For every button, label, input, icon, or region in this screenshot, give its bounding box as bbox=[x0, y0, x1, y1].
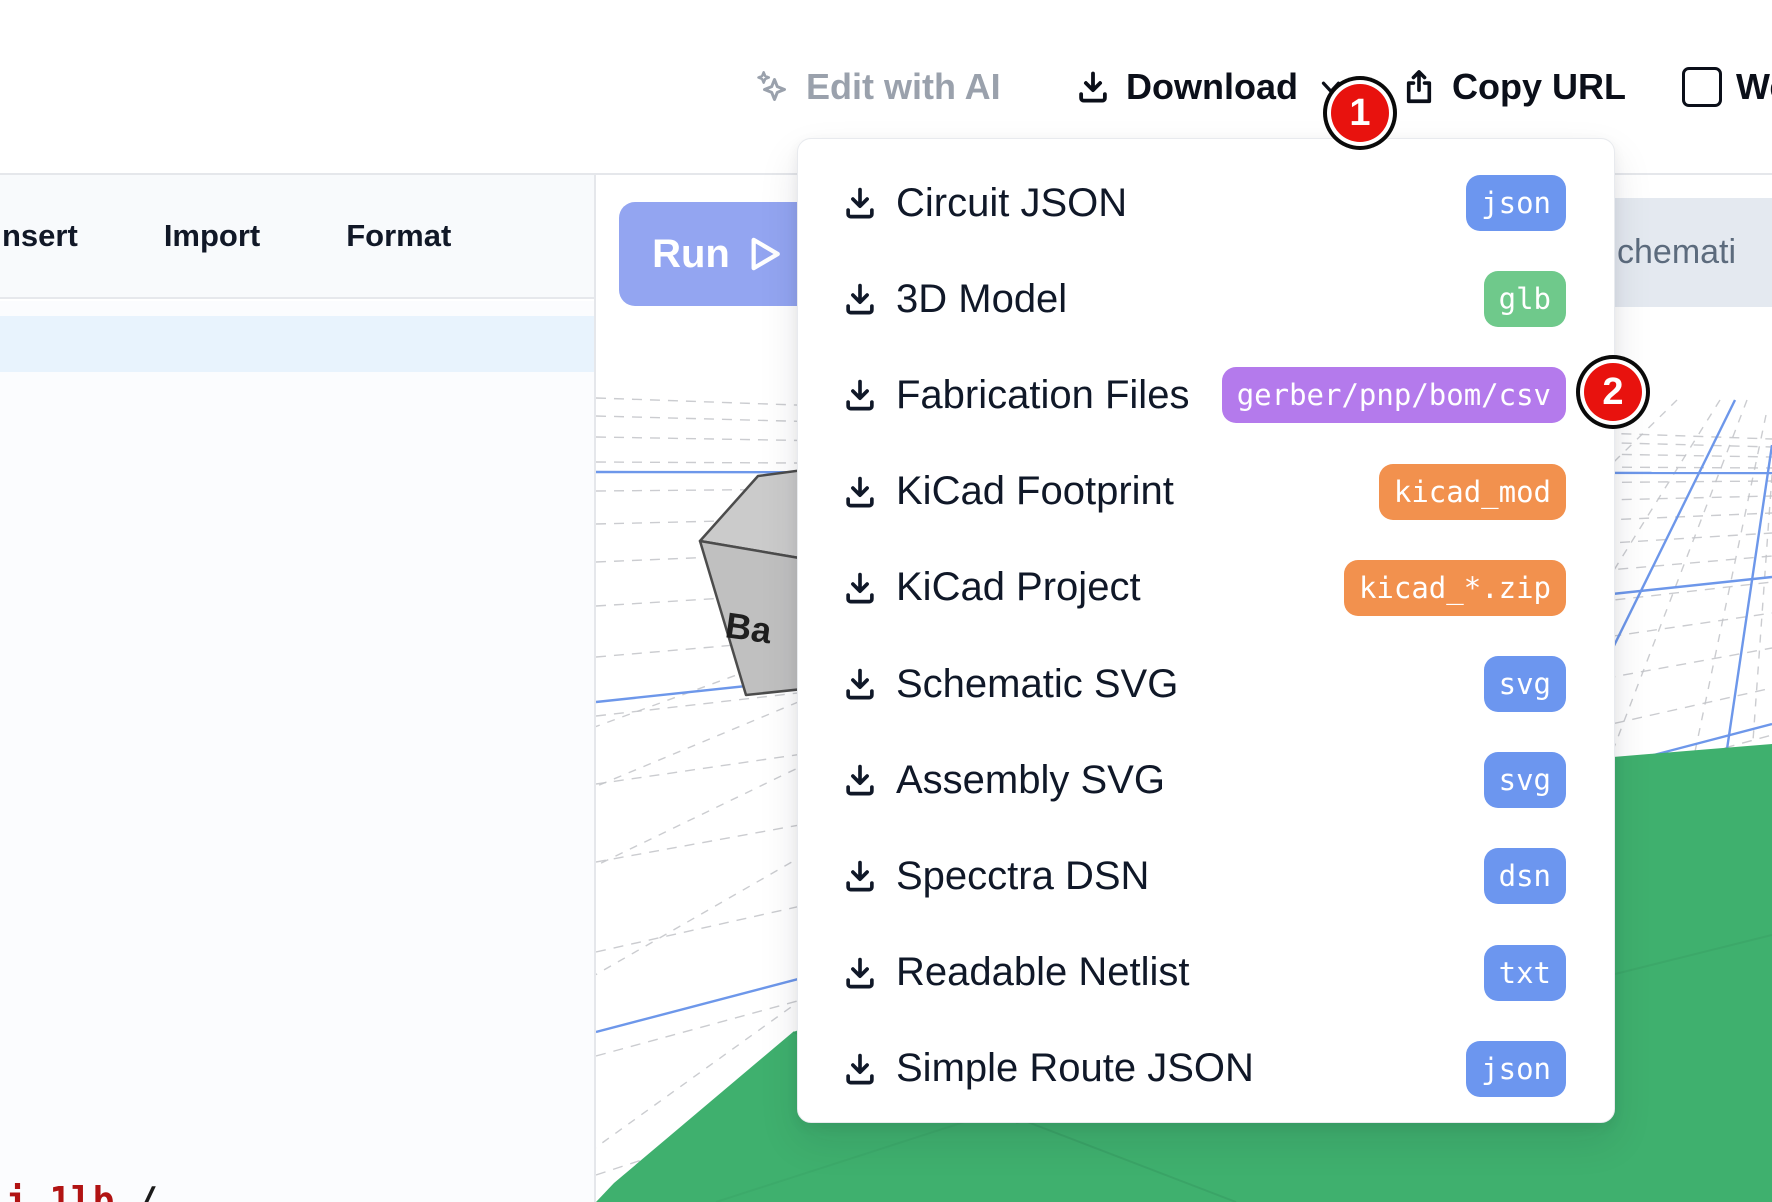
download-icon bbox=[841, 857, 879, 895]
download-item-label: Assembly SVG bbox=[896, 758, 1165, 803]
file-type-badge: svg bbox=[1484, 656, 1566, 712]
download-item-label: Schematic SVG bbox=[896, 662, 1178, 707]
download-menu-item[interactable]: Assembly SVG svg bbox=[798, 732, 1614, 828]
download-item-label: Specctra DSN bbox=[896, 854, 1149, 899]
play-icon bbox=[748, 235, 782, 273]
editor-error-text: i 1lb bbox=[6, 1180, 114, 1202]
webview-toggle[interactable]: We bbox=[1682, 0, 1772, 173]
download-icon bbox=[841, 376, 879, 414]
share-icon bbox=[1400, 67, 1438, 107]
editor-menubar: nsert Import Format bbox=[0, 175, 594, 299]
step-badge-2-number: 2 bbox=[1602, 371, 1623, 414]
download-icon bbox=[841, 280, 879, 318]
download-icon bbox=[841, 1050, 879, 1088]
file-type-badge: dsn bbox=[1484, 848, 1566, 904]
download-menu-item[interactable]: Schematic SVG svg bbox=[798, 636, 1614, 732]
webview-checkbox[interactable] bbox=[1682, 67, 1722, 107]
download-label: Download bbox=[1126, 66, 1298, 108]
menu-import[interactable]: Import bbox=[164, 218, 260, 254]
file-type-badge: kicad_mod bbox=[1379, 464, 1566, 520]
editor-highlighted-line bbox=[0, 316, 594, 372]
download-icon bbox=[841, 761, 879, 799]
download-icon bbox=[841, 569, 879, 607]
tab-schematic-label: chemati bbox=[1617, 233, 1736, 272]
file-type-badge: json bbox=[1466, 175, 1566, 231]
download-menu-item[interactable]: KiCad Project kicad_*.zip bbox=[798, 540, 1614, 636]
download-menu-item[interactable]: 3D Model glb bbox=[798, 251, 1614, 347]
download-menu-items: Circuit JSON json 3D Model glb Fabricati… bbox=[798, 155, 1614, 1117]
download-menu-item[interactable]: Simple Route JSON json bbox=[798, 1021, 1614, 1117]
download-icon bbox=[841, 954, 879, 992]
download-item-label: 3D Model bbox=[896, 277, 1067, 322]
menu-insert[interactable]: nsert bbox=[2, 218, 78, 254]
file-type-badge: kicad_*.zip bbox=[1344, 560, 1566, 616]
run-button-label: Run bbox=[652, 232, 730, 277]
run-button[interactable]: Run bbox=[619, 202, 815, 306]
sparkle-icon bbox=[752, 67, 792, 107]
file-type-badge: glb bbox=[1484, 271, 1566, 327]
step-badge-1: 1 bbox=[1331, 84, 1389, 142]
download-item-label: Readable Netlist bbox=[896, 950, 1190, 995]
editor-error-fragment: i 1lb / bbox=[6, 1180, 158, 1202]
download-icon bbox=[841, 473, 879, 511]
download-item-label: KiCad Footprint bbox=[896, 469, 1174, 514]
file-type-badge: gerber/pnp/bom/csv bbox=[1222, 367, 1566, 423]
file-type-badge: svg bbox=[1484, 752, 1566, 808]
edit-with-ai-label: Edit with AI bbox=[806, 66, 1001, 108]
box-front-label: Ba bbox=[723, 604, 775, 651]
download-menu-item[interactable]: Specctra DSN dsn bbox=[798, 828, 1614, 924]
step-badge-2: 2 bbox=[1584, 363, 1642, 421]
download-dropdown-menu: Circuit JSON json 3D Model glb Fabricati… bbox=[797, 138, 1615, 1123]
download-item-label: Simple Route JSON bbox=[896, 1046, 1254, 1091]
editor-error-slash: / bbox=[136, 1180, 158, 1202]
download-item-label: Fabrication Files bbox=[896, 373, 1189, 418]
download-item-label: KiCad Project bbox=[896, 565, 1141, 610]
download-menu-item[interactable]: Circuit JSON json bbox=[798, 155, 1614, 251]
download-item-label: Circuit JSON bbox=[896, 181, 1127, 226]
download-icon bbox=[841, 665, 879, 703]
download-menu-item[interactable]: Fabrication Files gerber/pnp/bom/csv bbox=[798, 347, 1614, 443]
menu-format[interactable]: Format bbox=[346, 218, 451, 254]
panel-divider bbox=[594, 175, 596, 1202]
file-type-badge: txt bbox=[1484, 945, 1566, 1001]
download-menu-item[interactable]: Readable Netlist txt bbox=[798, 925, 1614, 1021]
tab-schematic[interactable]: chemati bbox=[1615, 198, 1772, 307]
file-type-badge: json bbox=[1466, 1041, 1566, 1097]
step-badge-1-number: 1 bbox=[1349, 92, 1370, 135]
download-icon bbox=[841, 184, 879, 222]
download-menu-item[interactable]: KiCad Footprint kicad_mod bbox=[798, 444, 1614, 540]
copy-url-label: Copy URL bbox=[1452, 66, 1626, 108]
code-editor[interactable]: i 1lb / bbox=[0, 301, 594, 1202]
webview-label: We bbox=[1736, 66, 1772, 108]
download-icon bbox=[1074, 68, 1112, 106]
